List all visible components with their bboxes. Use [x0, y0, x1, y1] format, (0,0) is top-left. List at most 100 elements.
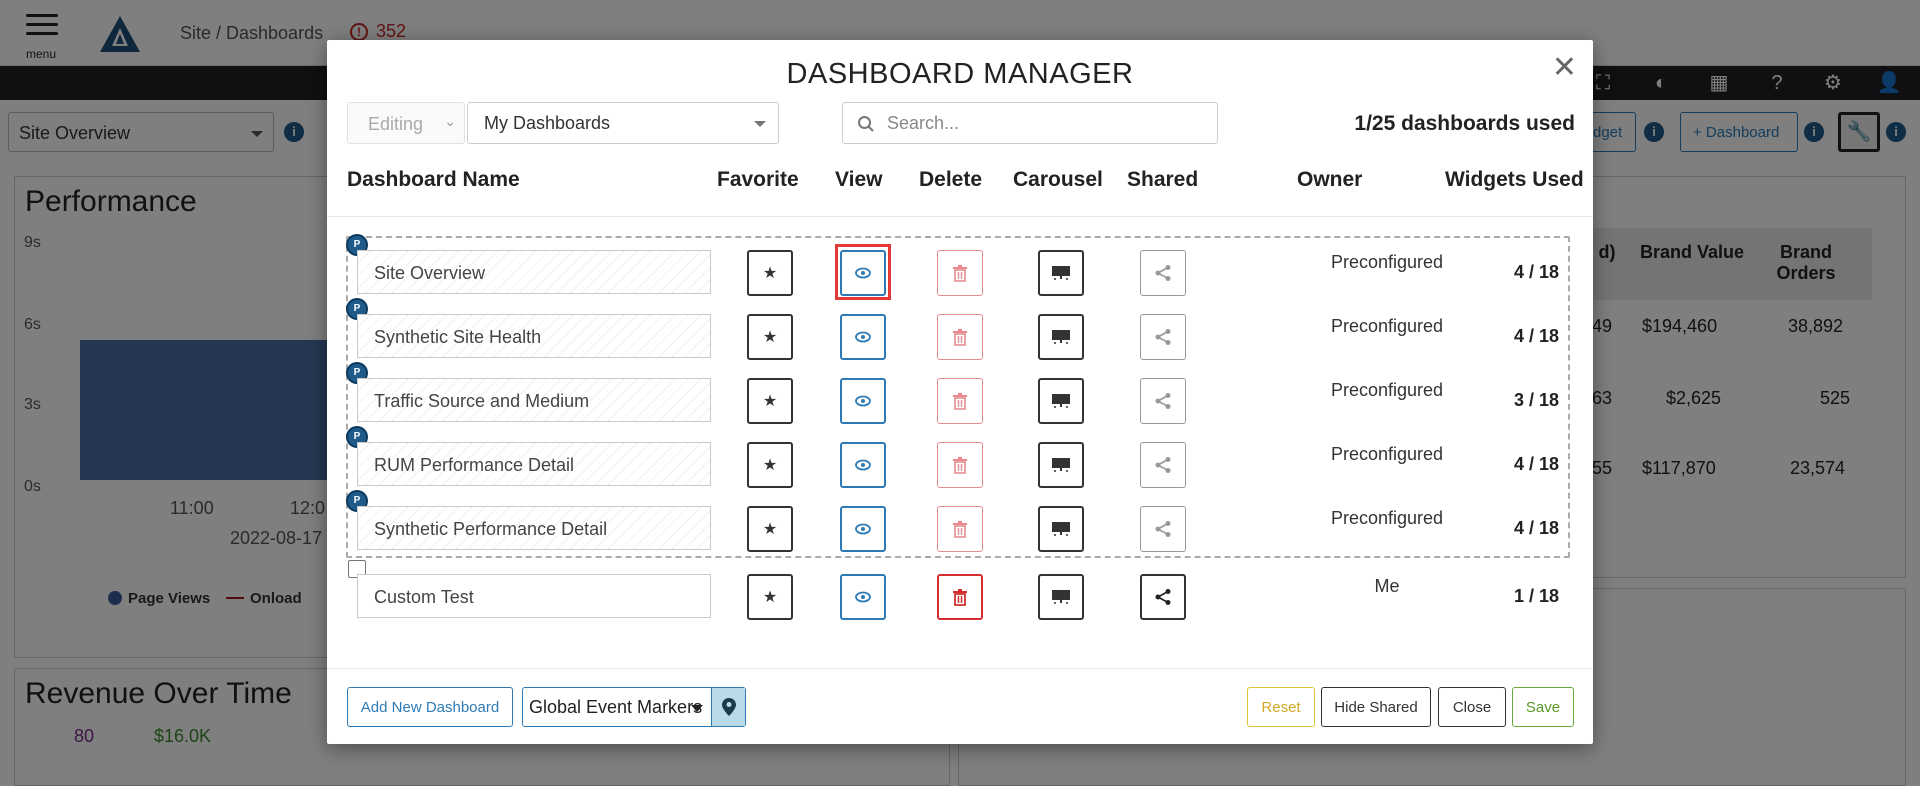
delete-button[interactable]	[937, 250, 983, 296]
share-icon	[1155, 393, 1171, 409]
eye-icon	[855, 395, 871, 407]
eye-icon	[855, 523, 871, 535]
carousel-button[interactable]	[1038, 378, 1084, 424]
table-row: P RUM Performance Detail ★ Preconfigured…	[327, 426, 1593, 490]
carousel-button[interactable]	[1038, 506, 1084, 552]
table-row: P Traffic Source and Medium ★ Preconfigu…	[327, 362, 1593, 426]
caret-down-icon	[754, 121, 766, 127]
map-pin-icon	[721, 698, 736, 716]
column-header-carousel: Carousel	[1013, 168, 1103, 191]
divider	[327, 216, 1593, 217]
dashboard-name-field[interactable]: Custom Test	[357, 574, 711, 618]
save-button[interactable]: Save	[1512, 687, 1574, 727]
favorite-button[interactable]: ★	[747, 314, 793, 360]
column-header-shared: Shared	[1127, 168, 1199, 191]
share-icon	[1155, 589, 1171, 605]
widgets-used-cell: 4 / 18	[1513, 454, 1559, 474]
caret-down-icon	[691, 705, 703, 712]
share-button[interactable]	[1140, 506, 1186, 552]
dashboard-name-field[interactable]: Synthetic Performance Detail	[357, 506, 711, 550]
eye-icon	[855, 331, 871, 343]
chevron-down-icon: ⌄	[444, 113, 456, 129]
column-header-widgets: Widgets Used	[1445, 168, 1584, 191]
carousel-button[interactable]	[1038, 574, 1084, 620]
view-button[interactable]	[840, 378, 886, 424]
share-icon	[1155, 521, 1171, 537]
trash-icon	[953, 521, 967, 538]
hide-shared-button[interactable]: Hide Shared	[1321, 687, 1431, 727]
trash-icon	[953, 589, 967, 606]
delete-button[interactable]	[937, 506, 983, 552]
star-icon: ★	[762, 521, 778, 538]
star-icon: ★	[762, 329, 778, 346]
view-button[interactable]	[840, 574, 886, 620]
carousel-button[interactable]	[1038, 314, 1084, 360]
favorite-button[interactable]: ★	[747, 378, 793, 424]
table-row: Custom Test ★ Me 1 / 18	[327, 560, 1593, 622]
share-icon	[1155, 329, 1171, 345]
star-icon: ★	[762, 457, 778, 474]
share-button[interactable]	[1140, 574, 1186, 620]
star-icon: ★	[762, 265, 778, 282]
eye-icon	[855, 267, 871, 279]
favorite-button[interactable]: ★	[747, 250, 793, 296]
trash-icon	[953, 457, 967, 474]
monitor-icon	[1052, 590, 1070, 604]
mode-select[interactable]: Editing ⌄	[347, 102, 465, 144]
delete-button[interactable]	[937, 378, 983, 424]
view-button[interactable]	[840, 506, 886, 552]
view-button[interactable]	[840, 314, 886, 360]
event-markers-value: Global Event Markers	[529, 697, 703, 717]
delete-button[interactable]	[937, 574, 983, 620]
star-icon: ★	[762, 393, 778, 410]
monitor-icon	[1052, 394, 1070, 408]
share-button[interactable]	[1140, 314, 1186, 360]
carousel-button[interactable]	[1038, 442, 1084, 488]
favorite-button[interactable]: ★	[747, 574, 793, 620]
dashboard-name-field[interactable]: Site Overview	[357, 250, 711, 294]
delete-button[interactable]	[937, 314, 983, 360]
dashboard-usage: 1/25 dashboards used	[1354, 112, 1575, 135]
trash-icon	[953, 329, 967, 346]
column-header-favorite: Favorite	[717, 168, 799, 191]
trash-icon	[953, 265, 967, 282]
dashboard-filter-select[interactable]: My Dashboards	[467, 102, 779, 144]
share-icon	[1155, 457, 1171, 473]
owner-cell: Preconfigured	[1330, 252, 1444, 272]
close-button[interactable]: Close	[1438, 687, 1506, 727]
dashboard-name-field[interactable]: RUM Performance Detail	[357, 442, 711, 486]
view-button[interactable]	[840, 250, 886, 296]
event-markers-select[interactable]: Global Event Markers	[522, 687, 746, 727]
dashboard-filter-value: My Dashboards	[484, 113, 611, 133]
share-button[interactable]	[1140, 378, 1186, 424]
add-new-dashboard-button[interactable]: Add New Dashboard	[347, 687, 513, 727]
column-header-name: Dashboard Name	[347, 168, 520, 191]
view-button[interactable]	[840, 442, 886, 488]
reset-button[interactable]: Reset	[1247, 687, 1315, 727]
dashboard-name-field[interactable]: Synthetic Site Health	[357, 314, 711, 358]
search-icon	[858, 116, 874, 132]
owner-cell: Preconfigured	[1330, 508, 1444, 528]
favorite-button[interactable]: ★	[747, 506, 793, 552]
owner-cell: Preconfigured	[1330, 316, 1444, 336]
share-button[interactable]	[1140, 250, 1186, 296]
modal-title: DASHBOARD MANAGER	[786, 58, 1134, 90]
table-row: P Site Overview ★ Preconfigured 4 / 18	[327, 234, 1593, 300]
widgets-used-cell: 4 / 18	[1513, 518, 1559, 538]
delete-button[interactable]	[937, 442, 983, 488]
map-pin-button[interactable]	[711, 688, 745, 726]
eye-icon	[855, 459, 871, 471]
mode-select-value: Editing	[368, 114, 424, 134]
favorite-button[interactable]: ★	[747, 442, 793, 488]
dashboard-name-field[interactable]: Traffic Source and Medium	[357, 378, 711, 422]
widgets-used-cell: 1 / 18	[1513, 586, 1559, 606]
carousel-button[interactable]	[1038, 250, 1084, 296]
share-button[interactable]	[1140, 442, 1186, 488]
eye-icon	[855, 591, 871, 603]
star-icon: ★	[762, 589, 778, 606]
close-icon[interactable]: ✕	[1552, 50, 1577, 85]
dashboard-manager-modal: DASHBOARD MANAGER ✕ Editing ⌄ My Dashboa…	[327, 40, 1593, 744]
search-input[interactable]	[887, 109, 1207, 137]
widgets-used-cell: 3 / 18	[1513, 390, 1559, 410]
column-header-delete: Delete	[919, 168, 983, 191]
